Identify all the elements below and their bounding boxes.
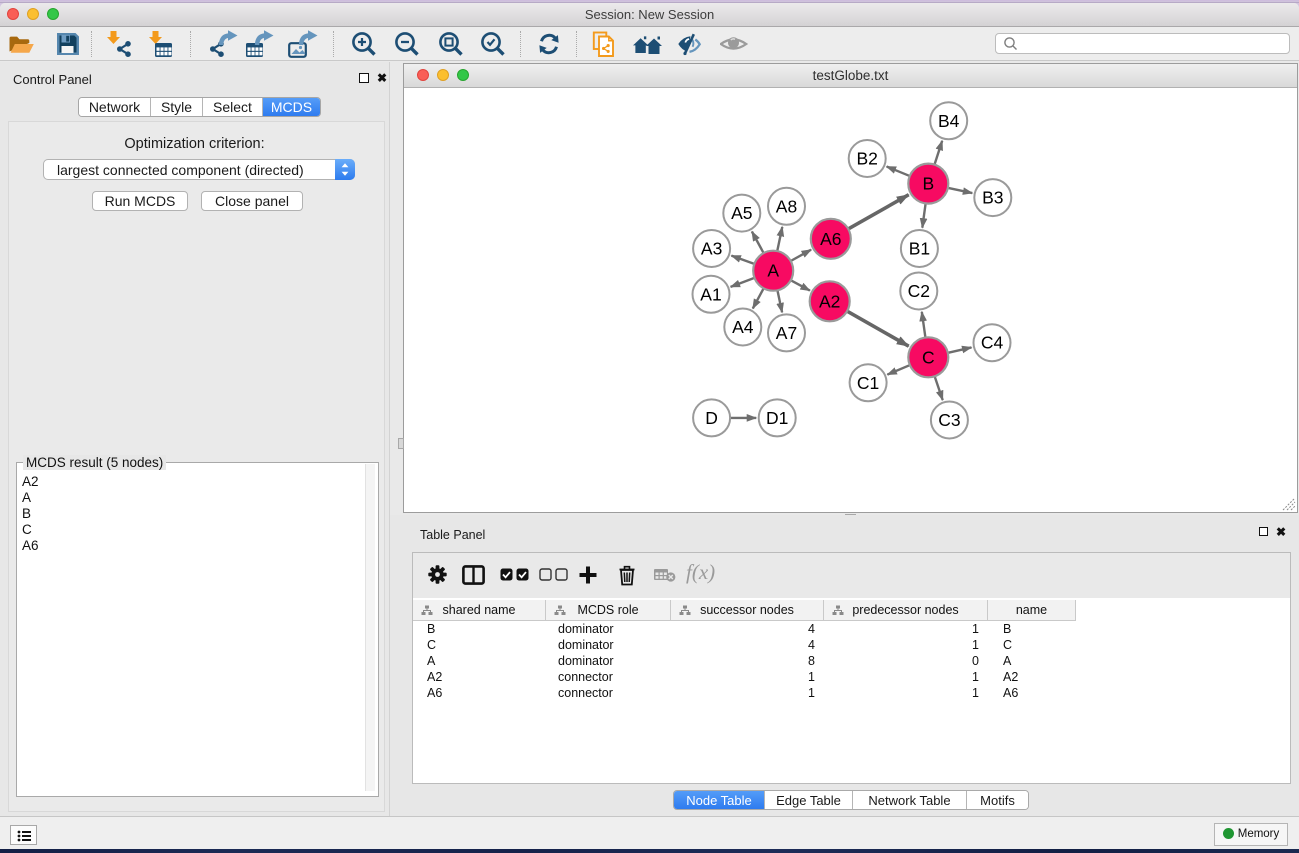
svg-text:C: C bbox=[922, 347, 935, 367]
svg-text:D: D bbox=[705, 408, 718, 428]
svg-text:A4: A4 bbox=[732, 317, 754, 337]
svg-text:B2: B2 bbox=[856, 149, 877, 169]
svg-text:C3: C3 bbox=[938, 410, 960, 430]
svg-text:A6: A6 bbox=[820, 229, 841, 249]
svg-text:B1: B1 bbox=[909, 239, 930, 259]
svg-text:D1: D1 bbox=[766, 408, 788, 428]
svg-text:A1: A1 bbox=[700, 284, 721, 304]
svg-text:A3: A3 bbox=[701, 239, 722, 259]
svg-text:C1: C1 bbox=[857, 373, 879, 393]
svg-text:C4: C4 bbox=[981, 333, 1004, 353]
svg-text:A: A bbox=[767, 261, 779, 281]
svg-text:A8: A8 bbox=[776, 196, 797, 216]
svg-text:C2: C2 bbox=[908, 281, 930, 301]
svg-text:A7: A7 bbox=[776, 323, 797, 343]
svg-text:B4: B4 bbox=[938, 111, 960, 131]
svg-text:A5: A5 bbox=[731, 203, 752, 223]
svg-text:B: B bbox=[922, 174, 934, 194]
svg-text:A2: A2 bbox=[819, 291, 840, 311]
svg-text:B3: B3 bbox=[982, 188, 1003, 208]
